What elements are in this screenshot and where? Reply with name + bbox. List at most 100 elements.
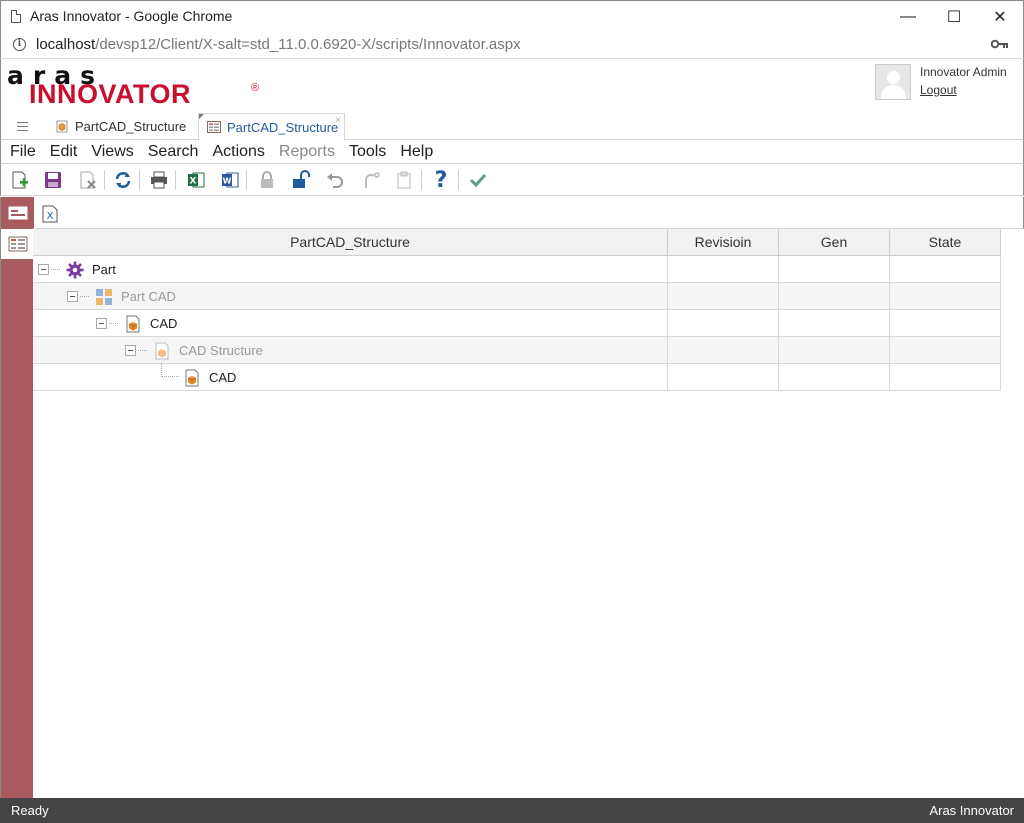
state-cell (890, 256, 1001, 282)
collapse-toggle-icon[interactable] (67, 291, 78, 302)
toolbar-separator (175, 170, 176, 190)
word-letter: W (223, 177, 232, 186)
tree-node: CAD (96, 310, 177, 337)
part-gear-icon (66, 261, 84, 279)
grid-header-row: PartCAD_Structure Revisioin Gen State (33, 229, 1001, 256)
key-icon[interactable] (991, 39, 1009, 49)
column-header-structure[interactable]: PartCAD_Structure (33, 229, 668, 255)
form-view-icon (8, 206, 27, 220)
discard-icon[interactable] (77, 169, 99, 191)
table-row[interactable]: Part CAD (33, 283, 1001, 310)
window-controls: — ☐ ✕ (885, 1, 1023, 32)
maximize-button[interactable]: ☐ (931, 1, 977, 32)
excel-letter: X (190, 177, 197, 187)
logo-bottom-text: INNOVATOR (29, 79, 192, 109)
rail-form-view-button[interactable] (1, 197, 34, 229)
status-bar: Ready Aras Innovator (0, 798, 1024, 823)
url-path: /devsp12/Client/X-salt=std_11.0.0.6920-X… (95, 36, 521, 53)
lock-icon[interactable] (256, 169, 278, 191)
structure-cell: CAD Structure (33, 337, 668, 363)
collapse-toggle-icon[interactable] (96, 318, 107, 329)
rail-tree-grid-button[interactable] (1, 229, 34, 259)
export-excel-icon: X (42, 205, 58, 223)
excel-icon[interactable]: X (185, 169, 207, 191)
menu-file[interactable]: File (10, 143, 36, 161)
structure-cell: Part CAD (33, 283, 668, 309)
tree-connector (138, 350, 147, 351)
minimize-button[interactable]: — (885, 1, 931, 32)
menu-search[interactable]: Search (148, 143, 199, 161)
table-row[interactable]: CAD (33, 363, 1001, 391)
refresh-icon[interactable] (112, 169, 134, 191)
column-header-revision[interactable]: Revisioin (668, 229, 779, 255)
menu-tools[interactable]: Tools (349, 143, 386, 161)
toolbar-separator (421, 170, 422, 190)
menu-hamburger-icon[interactable] (17, 122, 28, 131)
toolbar-separator (139, 170, 140, 190)
menu-views[interactable]: Views (91, 143, 133, 161)
page-icon (11, 9, 21, 23)
tree-node-label: Part (92, 262, 116, 277)
tree-grid-icon (8, 236, 27, 252)
url-host: localhost (36, 36, 96, 53)
revision-cell (668, 256, 779, 282)
cad-document-icon (183, 369, 201, 387)
paste-icon[interactable] (393, 169, 415, 191)
menu-actions[interactable]: Actions (212, 143, 264, 161)
collapse-toggle-icon[interactable] (38, 264, 49, 275)
user-panel: Innovator Admin Logout (875, 64, 1013, 106)
gen-cell (779, 283, 890, 309)
structure-cell: Part (33, 256, 668, 282)
tree-node-label: CAD (209, 370, 237, 385)
table-row[interactable]: CAD (33, 310, 1001, 337)
gen-cell (779, 337, 890, 363)
logout-link[interactable]: Logout (920, 83, 957, 97)
print-icon[interactable] (148, 169, 170, 191)
menu-edit[interactable]: Edit (50, 143, 78, 161)
tree-connector (51, 269, 60, 270)
done-icon[interactable] (467, 169, 489, 191)
gen-cell (779, 364, 890, 390)
menu-reports: Reports (278, 142, 335, 160)
export-excel-letter: X (47, 211, 54, 222)
undo-icon[interactable] (324, 169, 346, 191)
address-bar[interactable]: i localhost/devsp12/Client/X-salt=std_11… (0, 31, 1024, 59)
column-header-gen[interactable]: Gen (779, 229, 890, 255)
tab-label: PartCAD_Structure (227, 119, 339, 135)
new-icon[interactable] (9, 169, 31, 191)
window-title: Aras Innovator - Google Chrome (30, 8, 233, 24)
help-glyph: ? (434, 167, 448, 193)
main-toolbar: X W ? (0, 164, 1024, 196)
avatar (875, 64, 911, 100)
save-icon[interactable] (42, 169, 64, 191)
tab-partcad-structure-1[interactable]: PartCAD_Structure (49, 113, 195, 140)
redo-icon[interactable] (360, 169, 382, 191)
collapse-toggle-icon[interactable] (125, 345, 136, 356)
tree-connector (80, 296, 89, 297)
close-window-button[interactable]: ✕ (977, 1, 1023, 32)
table-row[interactable]: CAD Structure (33, 337, 1001, 364)
toolbar-separator (104, 170, 105, 190)
tab-close-icon[interactable]: × (335, 115, 341, 126)
word-icon[interactable]: W (219, 169, 241, 191)
url-text[interactable]: localhost/devsp12/Client/X-salt=std_11.0… (36, 36, 521, 53)
state-cell (890, 283, 1001, 309)
revision-cell (668, 310, 779, 336)
menu-help[interactable]: Help (400, 143, 433, 161)
toolbar-separator (458, 170, 459, 190)
toolbar-separator (246, 170, 247, 190)
tree-node: CAD Structure (125, 337, 263, 364)
export-excel-button[interactable]: X (41, 205, 59, 226)
unlock-icon[interactable] (290, 169, 312, 191)
tree-connector (161, 363, 179, 377)
relationship-icon (95, 288, 113, 306)
info-icon[interactable]: i (13, 38, 26, 51)
tab-partcad-structure-2[interactable]: PartCAD_Structure × (198, 113, 345, 141)
cad-structure-icon (56, 120, 68, 133)
column-header-state[interactable]: State (890, 229, 1001, 255)
cad-structure-icon (153, 342, 171, 360)
help-icon[interactable]: ? (430, 167, 452, 193)
table-row[interactable]: Part (33, 256, 1001, 283)
status-text: Ready (11, 803, 49, 818)
tree-node-label: CAD Structure (179, 343, 263, 358)
